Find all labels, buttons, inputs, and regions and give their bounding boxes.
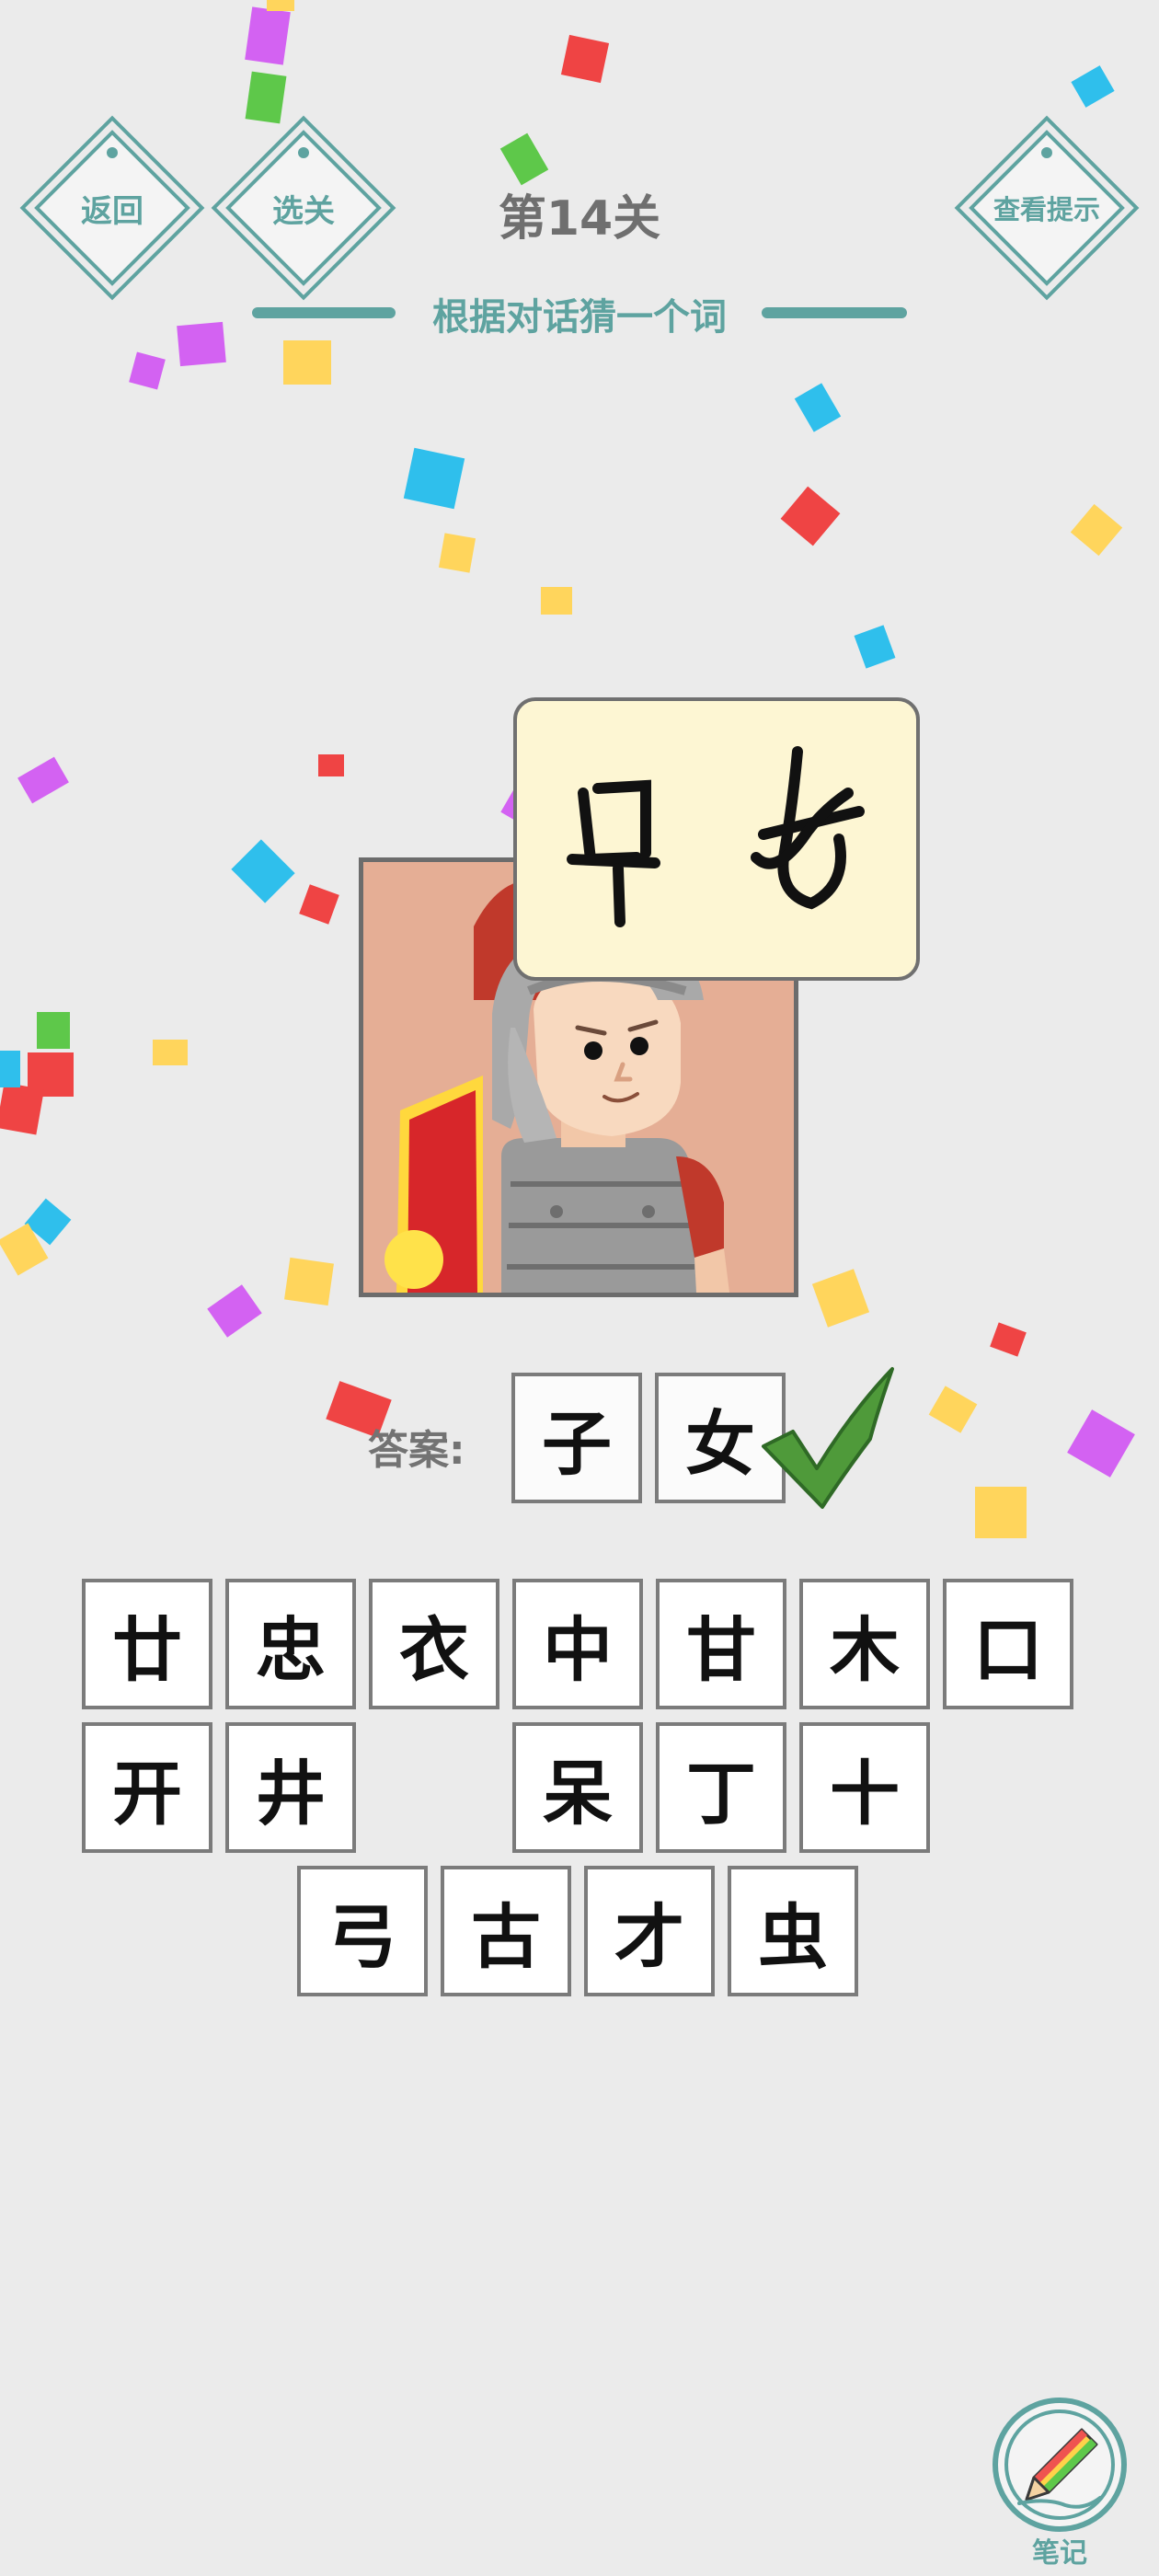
choice-tile[interactable]: 忠 xyxy=(225,1579,356,1709)
choice-tile[interactable]: 木 xyxy=(799,1579,930,1709)
ancient-glyphs-drawing xyxy=(567,746,865,927)
view-hint-button[interactable]: 查看提示 xyxy=(954,115,1140,301)
choice-tile[interactable]: 丁 xyxy=(656,1722,786,1853)
back-button[interactable]: 返回 xyxy=(19,115,205,301)
choice-tile[interactable]: 衣 xyxy=(369,1579,499,1709)
select-level-button[interactable]: 选关 xyxy=(211,115,396,301)
choice-tile[interactable]: 开 xyxy=(82,1722,212,1853)
subtitle-rule-left xyxy=(252,307,396,318)
notes-button[interactable] xyxy=(992,2397,1128,2533)
speech-bubble xyxy=(513,697,920,981)
choice-tile[interactable]: 十 xyxy=(799,1722,930,1853)
choice-tile[interactable]: 甘 xyxy=(656,1579,786,1709)
back-button-label: 返回 xyxy=(81,192,143,230)
select-level-label: 选关 xyxy=(272,192,335,230)
subtitle-rule-right xyxy=(762,307,907,318)
choice-tile[interactable]: 弓 xyxy=(297,1866,428,1996)
notes-label: 笔记 xyxy=(1032,2537,1087,2570)
answer-label: 答案: xyxy=(368,1427,465,1474)
choice-tile[interactable]: 呆 xyxy=(512,1722,643,1853)
choice-tile[interactable]: 廿 xyxy=(82,1579,212,1709)
choice-tile[interactable]: 中 xyxy=(512,1579,643,1709)
correct-check-icon xyxy=(762,1367,894,1509)
puzzle-instruction: 根据对话猜一个词 xyxy=(432,296,727,339)
choice-tile[interactable]: 才 xyxy=(584,1866,715,1996)
choice-tile[interactable]: 虫 xyxy=(728,1866,858,1996)
level-title: 第14关 xyxy=(498,191,661,247)
answer-slot-1[interactable]: 子 xyxy=(511,1373,642,1503)
choice-tile[interactable]: 古 xyxy=(441,1866,571,1996)
view-hint-label: 查看提示 xyxy=(993,194,1100,225)
choice-tile[interactable]: 口 xyxy=(943,1579,1073,1709)
choice-tile[interactable]: 井 xyxy=(225,1722,356,1853)
